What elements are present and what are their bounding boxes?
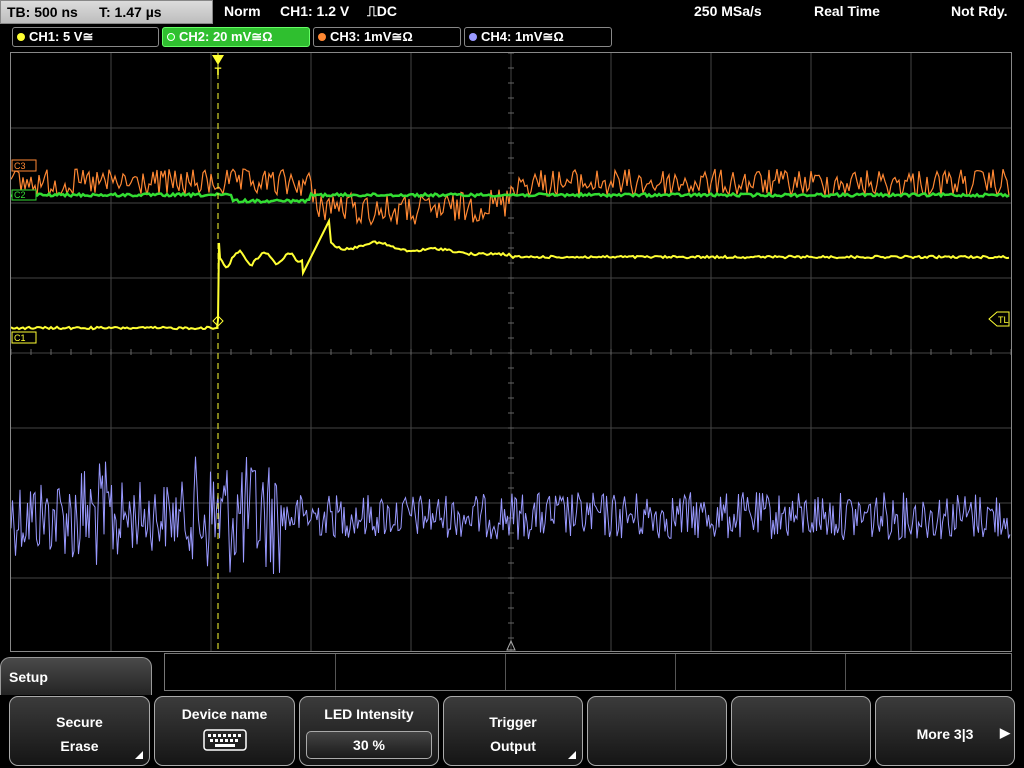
trigger-output-label-2: Output [490,738,536,754]
more-arrow-icon: ▶ [1000,725,1010,740]
device-name-button[interactable]: Device name [154,696,295,766]
strip-divider [505,654,506,690]
strip-divider [845,654,846,690]
led-intensity-value: 30 % [353,737,385,753]
trigger-output-button[interactable]: Trigger Output [443,696,583,766]
timebase-box[interactable]: TB: 500 ns T: 1.47 µs [0,0,213,24]
trigger-level-label: TL [998,315,1009,325]
led-intensity-button[interactable]: LED Intensity 30 % [299,696,439,766]
softkey-row: Secure Erase Device name LED Intensity 3… [0,695,1024,768]
ready-state: Not Rdy. [951,3,1008,19]
trigger-output-label-1: Trigger [489,714,537,730]
device-name-label: Device name [181,706,268,722]
ch1-waveform [11,217,1010,331]
more-label: More 3|3 [916,726,974,742]
strip-divider [675,654,676,690]
c2-ground-label: C2 [14,190,26,200]
ch1-coupling: ≅ [82,29,94,44]
trigger-info: CH1: 1.2 V [280,3,350,19]
trigger-time-value: T: 1.47 µs [99,4,162,20]
menu-title: Setup [9,669,48,685]
ch3-waveform [11,168,1010,226]
secure-erase-button[interactable]: Secure Erase [9,696,150,766]
channel-tab-ch4[interactable]: CH4: 1mV≅Ω [464,27,612,47]
menu-title-tab: Setup [0,657,152,697]
waveform-display[interactable]: T C3 C2 C1 TL [10,52,1012,652]
led-intensity-label: LED Intensity [324,706,414,722]
secure-erase-label-2: Erase [60,738,99,754]
trigger-position-marker[interactable] [212,55,224,65]
submenu-corner-icon [568,751,576,759]
ch1-color-dot [17,32,25,41]
ch4-color-dot [469,32,477,41]
secure-erase-label-1: Secure [56,714,103,730]
ch2-color-dot [167,32,175,41]
c1-ground-label: C1 [14,333,26,343]
more-button[interactable]: More 3|3 ▶ [875,696,1015,766]
waveform-svg: T C3 C2 C1 TL [11,53,1011,651]
channel-tab-ch3[interactable]: CH3: 1mV≅Ω [313,27,461,47]
strip-divider [335,654,336,690]
sample-rate: 250 MSa/s [694,3,762,19]
trigger-mode: Norm [224,3,261,19]
ch2-label: CH2: 20 mV [179,29,252,44]
submenu-corner-icon [135,751,143,759]
led-intensity-value-box[interactable]: 30 % [306,731,432,759]
ch4-coupling: ≅Ω [542,29,564,44]
keyboard-icon [203,729,247,751]
ch3-label: CH3: 1mV [330,29,392,44]
ch4-label: CH4: 1mV [481,29,543,44]
empty-softkey-6[interactable] [731,696,871,766]
channel-tab-ch2[interactable]: CH2: 20 mV≅Ω [162,27,310,47]
trigger-edge-coupling: ⎍DC [367,3,398,19]
timebase-value: TB: 500 ns [7,4,78,20]
auxiliary-strip [164,653,1012,691]
ch2-coupling: ≅Ω [251,29,273,44]
ch3-coupling: ≅Ω [391,29,413,44]
ch3-color-dot [318,32,326,41]
acquisition-mode: Real Time [814,3,880,19]
empty-softkey-5[interactable] [587,696,727,766]
ch1-label: CH1: 5 V [29,29,83,44]
channel-tab-ch1[interactable]: CH1: 5 V≅ [12,27,159,47]
trigger-position-label: T [215,66,222,78]
status-bar: TB: 500 ns T: 1.47 µs Norm CH1: 1.2 V ⎍D… [0,0,1024,26]
c3-ground-label: C3 [14,161,26,171]
graticule [11,53,1011,651]
